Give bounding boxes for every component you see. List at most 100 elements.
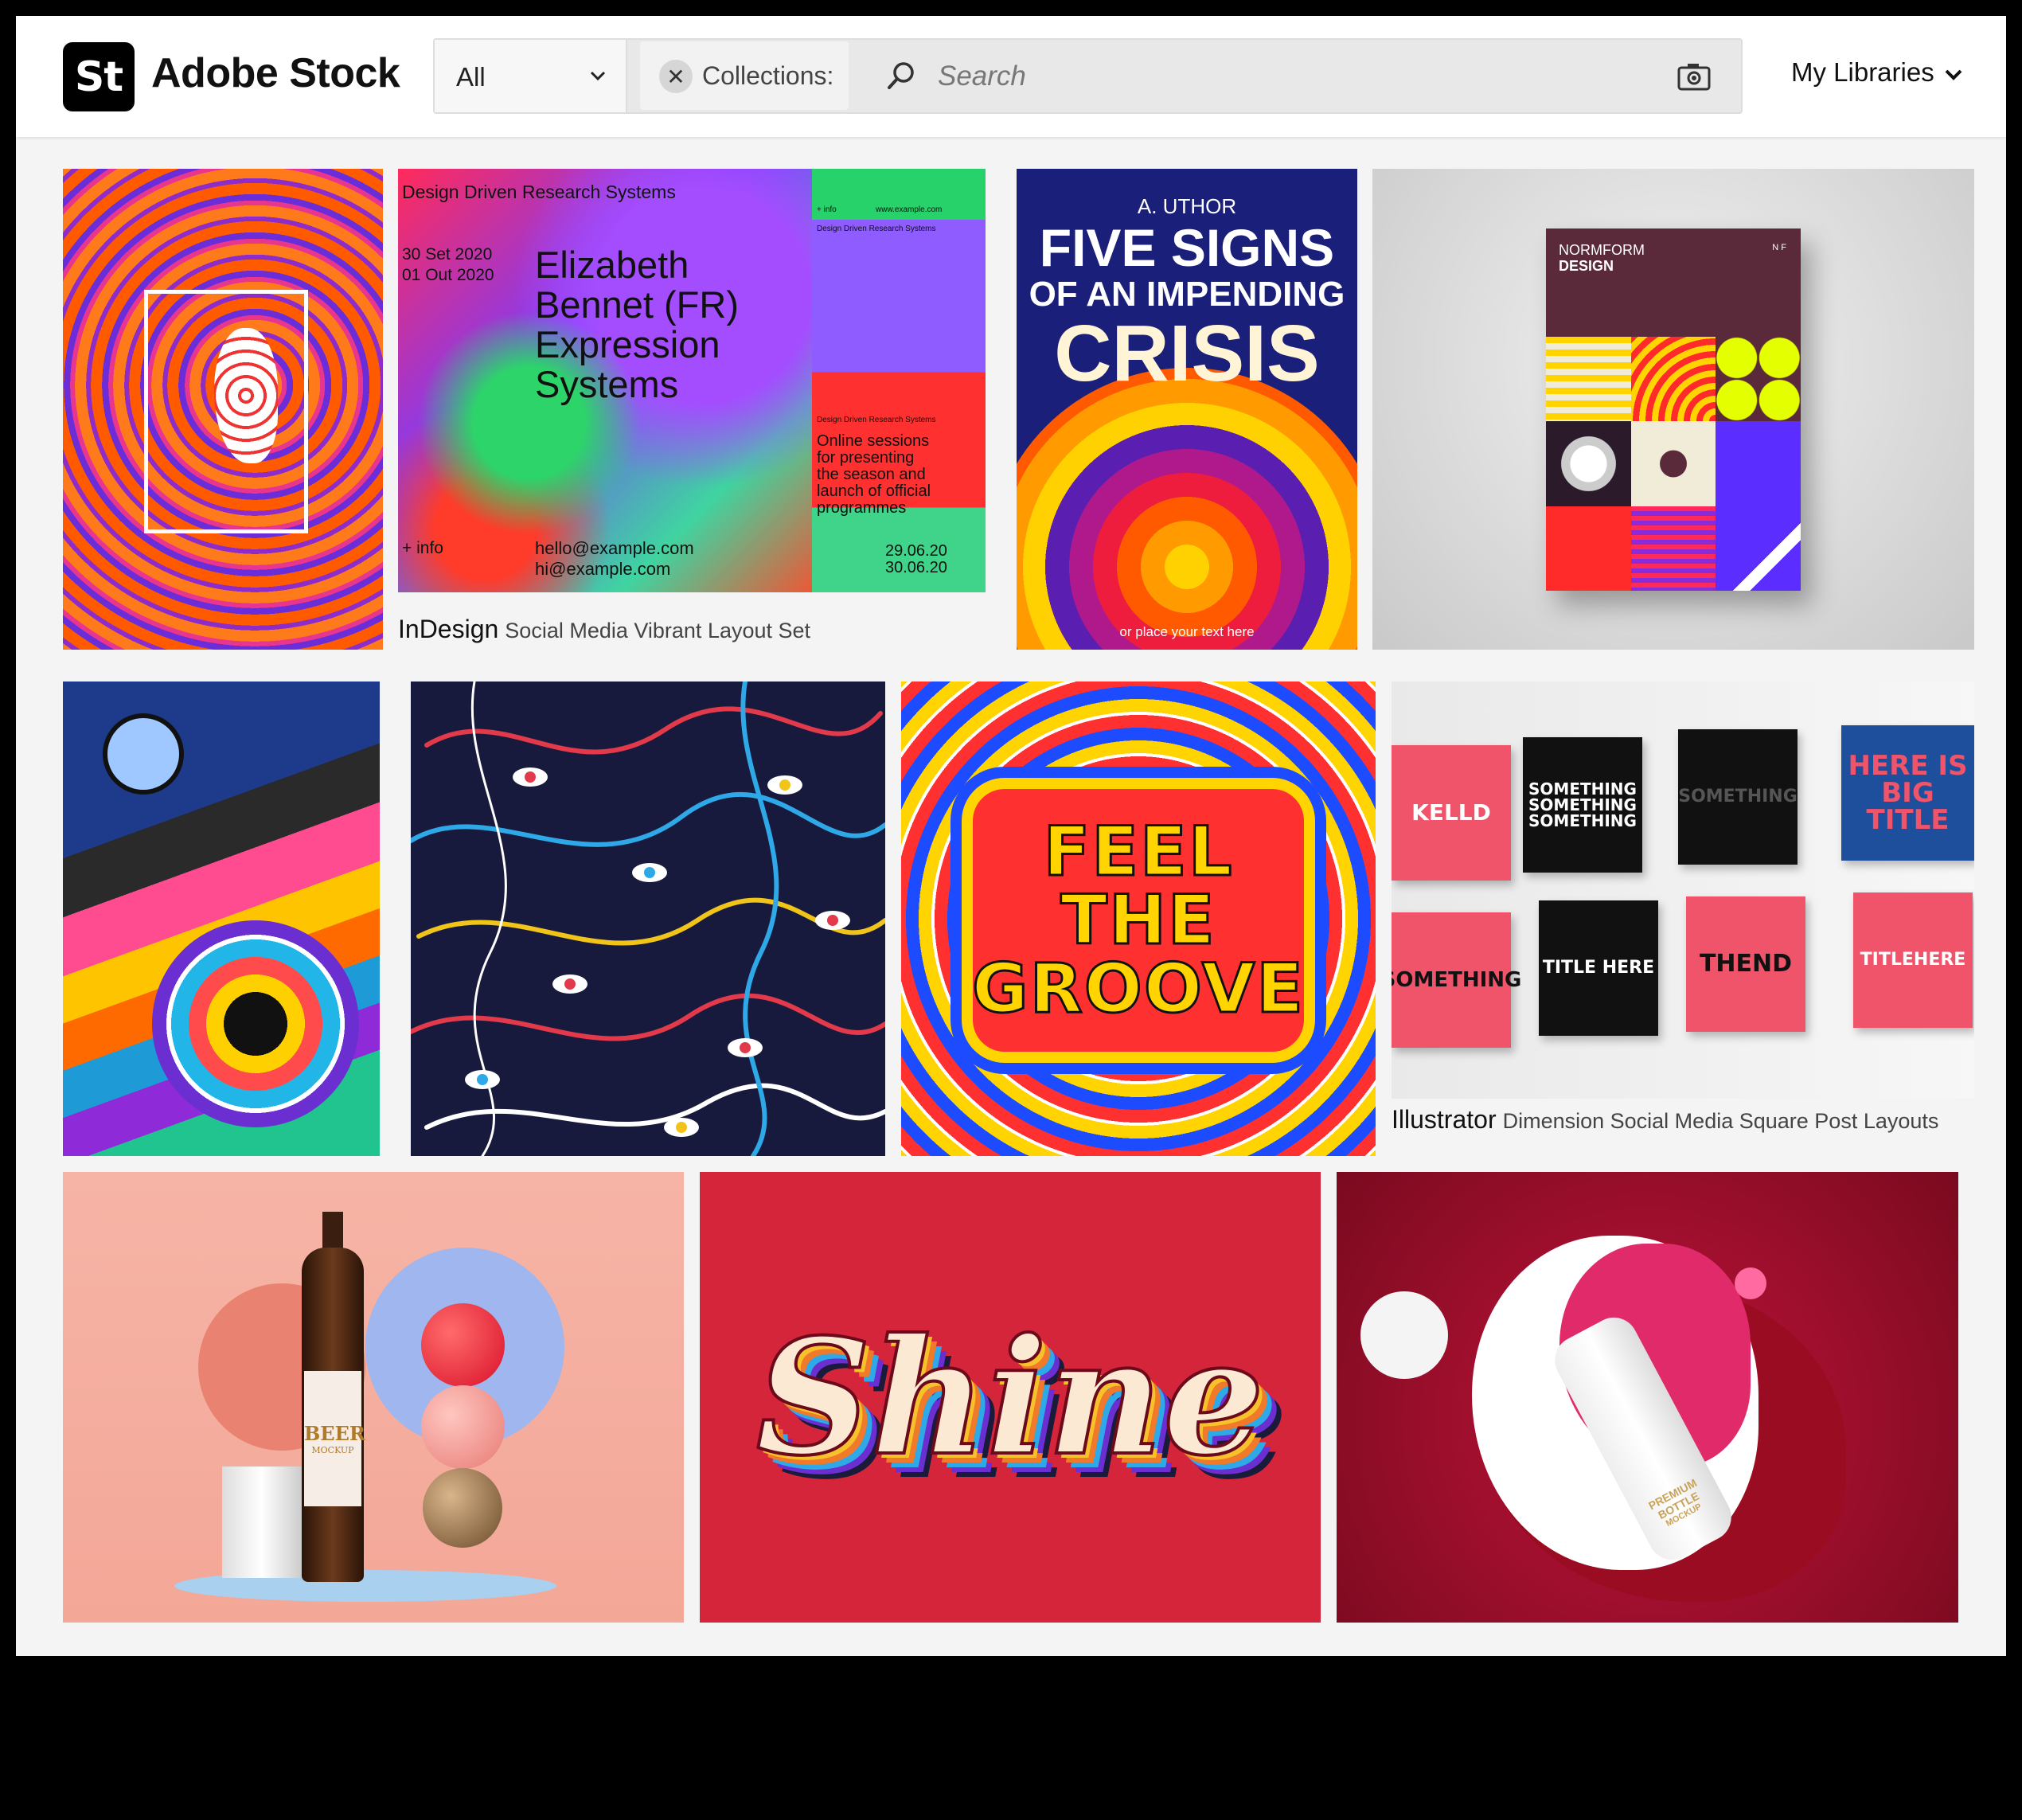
- side-dates: 29.06.20 30.06.20: [885, 543, 947, 576]
- post-mockup: TITLEHERE: [1853, 892, 1973, 1028]
- side-title: Design Driven Research Systems: [817, 416, 936, 424]
- label-line: BEER: [304, 1422, 365, 1445]
- book-corner-mark: N F: [1772, 243, 1786, 252]
- top-bar: St Adobe Stock All ✕ Collections: My Lib…: [16, 16, 2006, 137]
- pink-sphere: [1735, 1267, 1766, 1299]
- pattern-cell: [1630, 506, 1716, 591]
- tile-shine-lettering[interactable]: Shine: [700, 1172, 1321, 1623]
- caption-app: InDesign: [398, 615, 499, 643]
- side-text-line: the season and: [817, 466, 926, 483]
- marble-block: [222, 1467, 302, 1578]
- caption-title: Dimension Social Media Square Post Layou…: [1502, 1109, 1939, 1133]
- side-text-line: for presenting: [817, 449, 915, 467]
- tile-beer-mockup[interactable]: BEER MOCKUP: [63, 1172, 684, 1623]
- shine-word: Shine: [755, 1303, 1266, 1493]
- search-input[interactable]: [936, 53, 1656, 100]
- headline-line: OF AN IMPENDING: [1029, 275, 1345, 314]
- book-title-line: DESIGN: [1559, 257, 1614, 274]
- poster-headline: Elizabeth Bennet (FR) Expression Systems: [535, 245, 739, 404]
- poster-footer: or place your text here: [1119, 624, 1255, 639]
- spiral-hole: [152, 920, 359, 1127]
- chevron-down-icon[interactable]: [1942, 64, 1965, 86]
- headline-line: FIVE SIGNS: [1039, 218, 1335, 277]
- groove-line: THE: [1060, 881, 1216, 960]
- poster-title-line: Design Driven Research Systems: [402, 182, 676, 202]
- tile-bottle-splash[interactable]: PREMIUM BOTTLE MOCKUP: [1337, 1172, 1958, 1623]
- caption-app: Illustrator: [1392, 1105, 1497, 1134]
- chevron-down-icon: [590, 71, 606, 81]
- white-sphere: [1360, 1291, 1448, 1379]
- side-title: Design Driven Research Systems: [817, 225, 936, 233]
- post-mockup: SOMETHING: [1678, 729, 1798, 865]
- side-date: 29.06.20: [885, 542, 947, 560]
- tile-normform-book[interactable]: NORMFORM DESIGN N F: [1372, 169, 1974, 650]
- collections-chip-label: Collections:: [702, 61, 834, 90]
- caption-title: Social Media Vibrant Layout Set: [505, 619, 811, 642]
- my-libraries-button[interactable]: My Libraries: [1791, 57, 1934, 88]
- tile-psychedelic-swirl[interactable]: [63, 169, 383, 650]
- post-mockup: SOMETHING SOMETHING SOMETHING: [1523, 737, 1642, 873]
- post-mockup: THEND: [1686, 896, 1805, 1032]
- groove-line: GROOVE: [970, 949, 1306, 1029]
- groove-line: FEEL: [1042, 812, 1234, 892]
- logo-mark[interactable]: St: [63, 42, 135, 111]
- headline-line: Expression: [535, 323, 720, 365]
- tile-indesign-vibrant-layout[interactable]: Design Driven Research Systems 30 Set 20…: [398, 169, 834, 592]
- tile-indesign-side-panels[interactable]: + info www.example.com Design Driven Res…: [812, 169, 986, 592]
- post-mockup: HERE IS BIG TITLE: [1841, 725, 1974, 861]
- tile-caption[interactable]: Illustrator Dimension Social Media Square…: [1392, 1105, 1938, 1135]
- search-icon[interactable]: [884, 59, 918, 92]
- post-mockup: TITLE HERE: [1539, 900, 1658, 1036]
- tile-caption[interactable]: InDesign Social Media Vibrant Layout Set: [398, 615, 810, 644]
- headline-line: Bennet (FR): [535, 283, 739, 326]
- pattern-cell: [1546, 506, 1631, 591]
- pattern-cell: [1546, 421, 1631, 506]
- side-text-line: programmes: [817, 499, 907, 517]
- poster-author: A. UTHOR: [1137, 194, 1237, 218]
- shine-lettering-wrap: Shine: [700, 1172, 1321, 1623]
- asset-type-selected: All: [456, 62, 486, 92]
- pattern-cell: [1630, 337, 1716, 422]
- camera-icon[interactable]: [1677, 61, 1712, 92]
- post-mockup: KELLD: [1392, 745, 1511, 881]
- book-title: NORMFORM DESIGN: [1559, 242, 1645, 275]
- headline-line: Systems: [535, 363, 679, 405]
- asset-type-dropdown[interactable]: All: [435, 40, 627, 112]
- tile-psychedelic-illustration[interactable]: [63, 682, 380, 1156]
- tile-eyes-pattern[interactable]: [411, 682, 885, 1156]
- side-text-line: Online sessions: [817, 432, 930, 450]
- poster-headline: FIVE SIGNS OF AN IMPENDING CRISIS: [1017, 221, 1357, 393]
- poster-email: hi@example.com: [535, 559, 671, 579]
- headline-line: CRISIS: [1054, 309, 1320, 398]
- groove-lettering: FEEL THE GROOVE: [970, 789, 1306, 1052]
- bottle-neck: [322, 1212, 343, 1252]
- pattern-cell: [1546, 337, 1631, 422]
- red-sphere: [421, 1303, 505, 1387]
- poster-info: + info: [402, 539, 443, 557]
- planet-shape: [103, 713, 184, 795]
- close-icon[interactable]: ✕: [659, 60, 693, 93]
- pattern-cell: [1716, 421, 1801, 506]
- pattern-cell: [1716, 506, 1801, 591]
- brand-name[interactable]: Adobe Stock: [151, 49, 400, 97]
- eyes-pattern-art: [411, 682, 885, 1156]
- tile-social-media-posts[interactable]: KELLD SOMETHING SOMETHING SOMETHING SOME…: [1392, 682, 1974, 1099]
- app-window: St Adobe Stock All ✕ Collections: My Lib…: [16, 16, 2006, 1656]
- side-text-line: launch of official: [817, 482, 931, 500]
- collections-chip[interactable]: ✕ Collections:: [640, 41, 849, 110]
- tile-feel-the-groove[interactable]: FEEL THE GROOVE: [901, 682, 1376, 1156]
- pattern-cell: [1716, 337, 1801, 422]
- side-date: 30.06.20: [885, 559, 947, 576]
- side-url: www.example.com: [876, 205, 943, 214]
- label-line: MOCKUP: [311, 1445, 354, 1455]
- side-info: + info: [817, 205, 837, 214]
- gold-sphere: [423, 1468, 502, 1548]
- search-bar: All ✕ Collections:: [433, 38, 1743, 114]
- tile-crisis-poster[interactable]: A. UTHOR FIVE SIGNS OF AN IMPENDING CRIS…: [1017, 169, 1357, 650]
- book-title-line: NORMFORM: [1559, 242, 1645, 258]
- concentric-rings: [1017, 368, 1357, 650]
- white-frame-shape: [144, 290, 308, 533]
- book-mockup: NORMFORM DESIGN N F: [1546, 228, 1801, 591]
- pink-sphere: [421, 1385, 505, 1469]
- poster-email: hello@example.com: [535, 538, 694, 558]
